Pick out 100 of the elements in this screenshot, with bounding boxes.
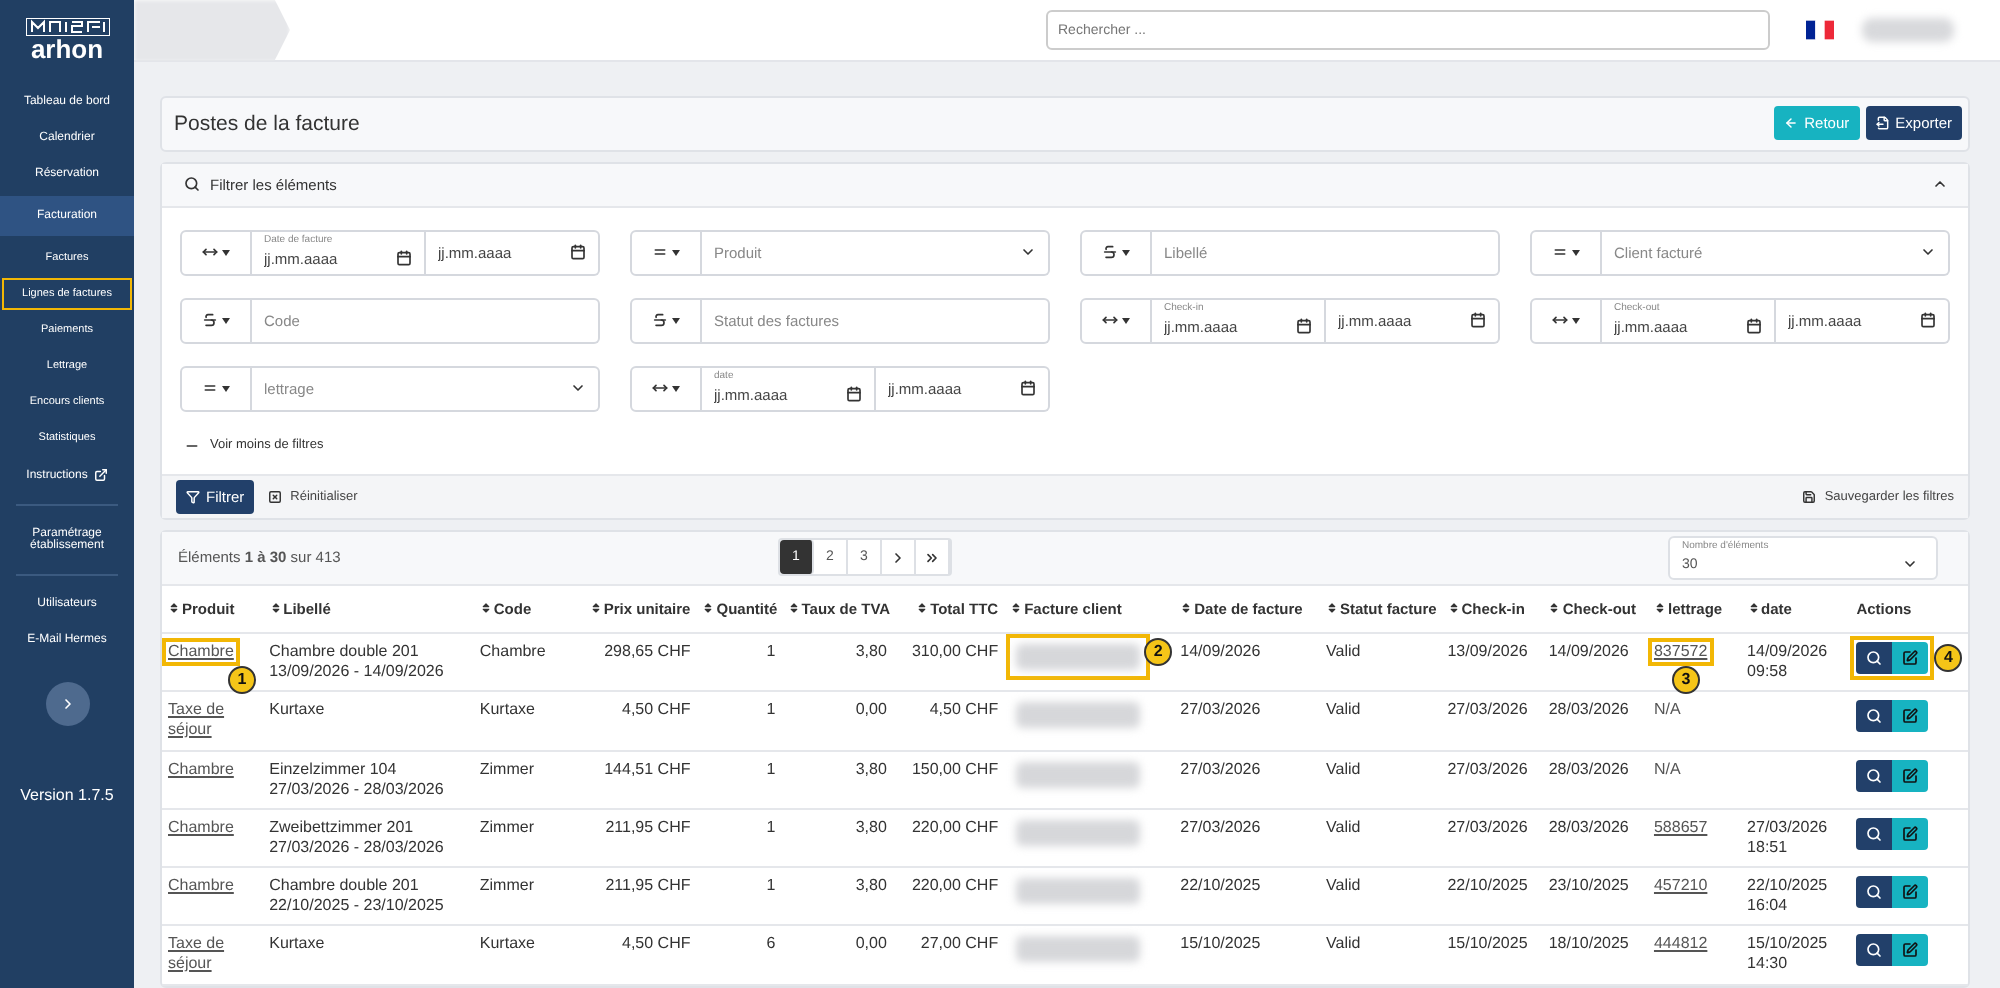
view-button[interactable] xyxy=(1856,760,1893,792)
view-button[interactable] xyxy=(1856,700,1893,732)
version-label: Version 1.7.5 xyxy=(18,786,116,804)
calendar-icon xyxy=(396,250,412,266)
view-button[interactable] xyxy=(1856,818,1893,850)
edit-button[interactable] xyxy=(1892,876,1929,908)
table-cell: 1 xyxy=(766,642,776,660)
table-cell: 0,00 xyxy=(855,700,887,718)
search-icon xyxy=(1866,942,1883,958)
table-cell: 28/03/2026 xyxy=(1548,818,1629,836)
view-button[interactable] xyxy=(1856,876,1893,908)
chevron-down-icon xyxy=(570,380,586,396)
edit-button[interactable] xyxy=(1892,760,1929,792)
table-cell: 15/10/2025 14:30 xyxy=(1747,934,1828,972)
table-cell: 0,00 xyxy=(855,934,887,952)
table-cell: Valid xyxy=(1326,700,1361,718)
operator-button[interactable] xyxy=(180,297,252,343)
range-operator-icon xyxy=(202,244,218,260)
table-cell: 144,51 CHF xyxy=(604,760,691,778)
table-cell: 4,50 CHF xyxy=(929,700,999,718)
save-icon xyxy=(1802,489,1817,503)
view-button[interactable] xyxy=(1856,934,1893,966)
caret-icon xyxy=(222,249,230,255)
caret-icon xyxy=(1572,317,1580,323)
table-cell: Zimmer xyxy=(479,818,534,836)
table-cell: 3,80 xyxy=(855,642,887,660)
product-link[interactable]: Chambre xyxy=(162,872,240,900)
range-operator-icon xyxy=(1552,312,1568,328)
table-cell: 211,95 CHF xyxy=(605,876,691,894)
edit-button[interactable] xyxy=(1892,934,1929,966)
operator-button[interactable] xyxy=(1080,229,1152,275)
table-cell: 15/10/2025 xyxy=(1447,934,1528,952)
table-cell: 6 xyxy=(766,934,776,952)
reset-icon xyxy=(268,489,283,503)
product-link[interactable]: Chambre xyxy=(162,638,240,666)
table-cell: 14/09/2026 xyxy=(1548,642,1629,660)
range-operator-icon xyxy=(652,380,668,396)
product-link[interactable]: Taxe de séjour xyxy=(162,930,258,978)
view-button[interactable] xyxy=(1856,642,1893,674)
table-cell: 211,95 CHF xyxy=(605,818,691,836)
lettrage-link[interactable]: 444812 xyxy=(1647,930,1714,958)
double-chevron-right-icon xyxy=(924,549,940,565)
table-cell: 1 xyxy=(766,818,776,836)
table-cell-text: N/A xyxy=(1651,758,1683,782)
caret-icon xyxy=(1122,317,1130,323)
table-cell: 18/10/2025 xyxy=(1548,934,1629,952)
table-cell: Kurtaxe xyxy=(269,934,325,952)
table-cell: Valid xyxy=(1326,760,1361,778)
chevron-down-icon xyxy=(1902,555,1918,571)
lettrage-link[interactable]: 457210 xyxy=(1647,872,1714,900)
table-cell: 4,50 CHF xyxy=(622,700,691,718)
edit-button[interactable] xyxy=(1892,642,1929,674)
table-cell: Valid xyxy=(1326,876,1361,894)
search-icon xyxy=(1866,826,1883,842)
calendar-icon xyxy=(1920,312,1936,328)
search-icon xyxy=(1866,768,1883,784)
search-icon xyxy=(1866,884,1883,900)
edit-button[interactable] xyxy=(1892,818,1929,850)
lettrage-link[interactable]: 837572 xyxy=(1647,638,1714,666)
table-cell: 27/03/2026 xyxy=(1447,818,1528,836)
table-cell: Einzelzimmer 104 27/03/2026 - 28/03/2026 xyxy=(269,760,444,798)
lettrage-link[interactable]: 588657 xyxy=(1647,814,1714,842)
table-cell: Kurtaxe xyxy=(269,700,325,718)
operator-button[interactable] xyxy=(1080,297,1152,343)
table-cell: 22/10/2025 xyxy=(1447,876,1528,894)
table-cell: 28/03/2026 xyxy=(1548,760,1629,778)
edit-button[interactable] xyxy=(1892,700,1929,732)
step-number-marker: 2 xyxy=(1144,638,1173,666)
table-cell: 27/03/2026 xyxy=(1447,700,1528,718)
operator-button[interactable] xyxy=(630,297,702,343)
logo-text: arhon xyxy=(30,36,104,62)
table-cell: 22/10/2025 xyxy=(1180,876,1261,894)
table-cell: Valid xyxy=(1326,818,1361,836)
text-operator-icon xyxy=(652,312,668,328)
next-page-button[interactable] xyxy=(882,540,916,574)
table-cell: 27/03/2026 xyxy=(1180,760,1261,778)
table-cell: 1 xyxy=(766,760,776,778)
last-page-button[interactable] xyxy=(916,540,950,574)
operator-button[interactable] xyxy=(630,365,702,411)
caret-icon xyxy=(672,249,680,255)
search-icon xyxy=(1866,708,1883,724)
table-cell: 27/03/2026 18:51 xyxy=(1747,818,1828,856)
table-cell: 3,80 xyxy=(855,760,887,778)
table-cell: 27/03/2026 xyxy=(1180,700,1261,718)
table-cell: 14/09/2026 09:58 xyxy=(1747,642,1828,680)
calendar-icon xyxy=(1746,318,1762,334)
equals-operator-icon xyxy=(652,244,668,260)
edit-icon xyxy=(1902,826,1919,842)
text-operator-icon xyxy=(1102,244,1118,260)
product-link[interactable]: Chambre xyxy=(162,814,240,842)
edit-icon xyxy=(1902,942,1919,958)
table-cell: 220,00 CHF xyxy=(911,876,999,894)
operator-button[interactable] xyxy=(1530,297,1602,343)
product-link[interactable]: Chambre xyxy=(162,756,240,784)
calendar-icon xyxy=(1020,380,1036,396)
table-cell: 23/10/2025 xyxy=(1548,876,1629,894)
table-cell: 14/09/2026 xyxy=(1180,642,1261,660)
product-link[interactable]: Taxe de séjour xyxy=(162,696,258,744)
operator-button[interactable] xyxy=(180,229,252,275)
equals-operator-icon xyxy=(202,380,218,396)
